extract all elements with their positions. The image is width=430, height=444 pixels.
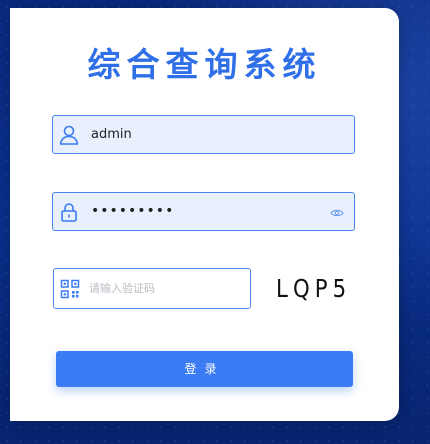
login-panel: 综合查询系统 admin ••••••••• 请输入验证码 LQP5 登录 (10, 8, 399, 421)
qr-code-icon (60, 279, 80, 299)
page-title: 综合查询系统 (87, 45, 322, 84)
captcha-input[interactable] (89, 269, 244, 308)
eye-icon[interactable] (330, 205, 344, 219)
lock-icon (58, 201, 80, 223)
captcha-field[interactable] (53, 268, 251, 309)
username-value: admin (91, 127, 132, 142)
password-value: ••••••••• (91, 203, 175, 219)
username-field[interactable]: admin (52, 115, 355, 154)
user-icon (58, 124, 80, 146)
password-field[interactable]: ••••••••• (52, 192, 355, 231)
login-button[interactable]: 登录 (56, 351, 353, 387)
captcha-image[interactable]: LQP5 (276, 272, 346, 306)
